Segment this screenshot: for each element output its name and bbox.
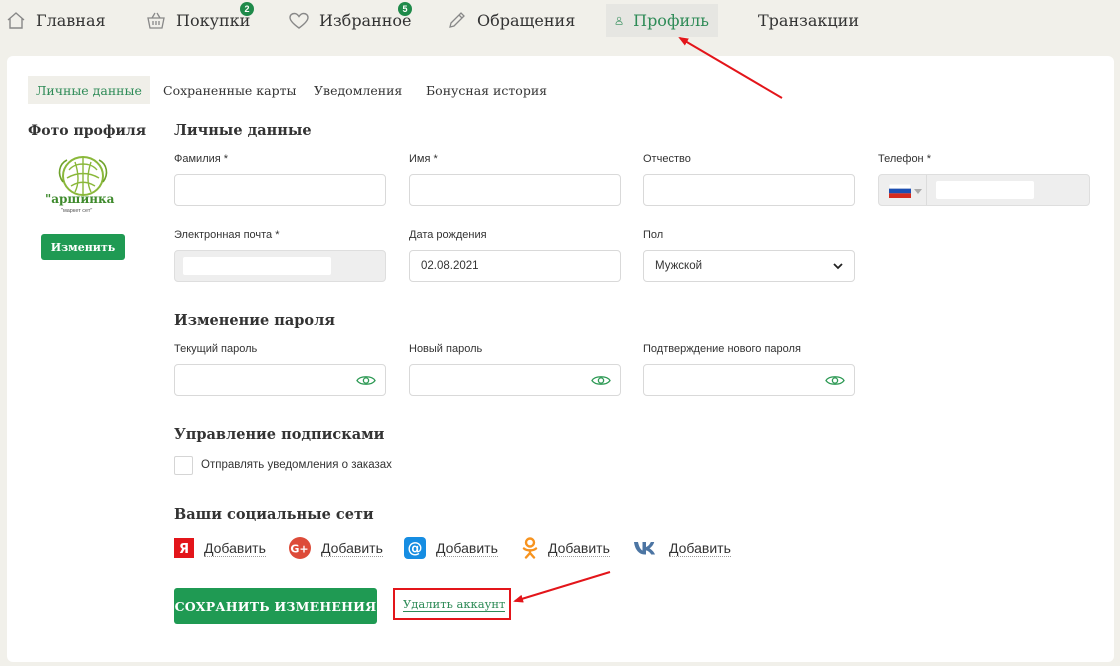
social-add-label: Добавить: [548, 539, 610, 557]
user-icon: [615, 16, 623, 25]
new-password-input[interactable]: [409, 364, 621, 396]
birth-date-label: Дата рождения: [409, 229, 487, 241]
last-name-input[interactable]: [174, 174, 386, 206]
redacted-email: [183, 257, 331, 275]
order-notifications-checkbox[interactable]: [174, 456, 193, 475]
nav-item-label: Избранное: [319, 11, 412, 30]
personal-data-title: Личные данные: [174, 122, 312, 139]
order-notifications-label: Отправлять уведомления о заказах: [201, 459, 392, 471]
birth-date-input[interactable]: 02.08.2021: [409, 250, 621, 282]
tab-personal-data[interactable]: Личные данные: [28, 76, 150, 104]
nav-item-purchases[interactable]: Покупки 2: [146, 2, 254, 37]
odnoklassniki-icon: [522, 537, 538, 559]
nav-item-profile[interactable]: Профиль: [606, 4, 718, 37]
profile-card: Личные данные Сохраненные карты Уведомле…: [7, 56, 1114, 662]
delete-account-highlight: Удалить аккаунт: [393, 588, 511, 620]
russia-flag-icon[interactable]: [889, 184, 911, 198]
social-add-label: Добавить: [669, 539, 731, 557]
tab-label: Уведомления: [314, 82, 403, 98]
patronymic-input[interactable]: [643, 174, 855, 206]
mailru-icon: @: [404, 537, 426, 559]
top-navigation: Главная Покупки 2 Избранное 5 Обращения …: [0, 0, 1120, 44]
google-plus-icon: G+: [289, 537, 311, 559]
eye-icon[interactable]: [825, 374, 845, 387]
svg-text:G+: G+: [290, 543, 308, 556]
gender-label: Пол: [643, 229, 664, 241]
social-add-label: Добавить: [436, 539, 498, 557]
confirm-password-label: Подтверждение нового пароля: [643, 343, 801, 355]
svg-text:Я: Я: [179, 542, 189, 557]
social-vk-link[interactable]: Добавить: [633, 537, 731, 559]
tab-label: Сохраненные карты: [163, 82, 297, 98]
new-password-label: Новый пароль: [409, 343, 483, 355]
nav-item-label: Главная: [36, 11, 106, 30]
heart-icon: [289, 12, 309, 29]
nav-item-label: Покупки: [176, 11, 251, 30]
email-label: Электронная почта *: [174, 229, 280, 241]
svg-text:@: @: [408, 539, 423, 557]
nav-item-label: Обращения: [477, 11, 576, 30]
favorites-count-badge: 5: [398, 2, 412, 16]
gender-value: Мужской: [655, 260, 703, 272]
phone-label: Телефон *: [878, 153, 931, 165]
nav-item-favorites[interactable]: Избранное 5: [289, 2, 412, 37]
pencil-icon: [449, 12, 465, 28]
nav-item-label: Транзакции: [758, 11, 859, 30]
redacted-phone: [936, 181, 1034, 199]
eye-icon[interactable]: [356, 374, 376, 387]
tab-notifications[interactable]: Уведомления: [314, 76, 402, 104]
nav-item-transactions[interactable]: Транзакции: [758, 4, 859, 37]
change-photo-button[interactable]: Изменить: [41, 234, 125, 260]
tab-saved-cards[interactable]: Сохраненные карты: [163, 76, 296, 104]
patronymic-label: Отчество: [643, 153, 691, 165]
social-networks-title: Ваши социальные сети: [174, 506, 374, 523]
first-name-input[interactable]: [409, 174, 621, 206]
last-name-label: Фамилия *: [174, 153, 229, 165]
nav-item-requests[interactable]: Обращения: [447, 4, 575, 37]
social-google-link[interactable]: G+ Добавить: [289, 537, 383, 559]
password-change-title: Изменение пароля: [174, 312, 336, 329]
current-password-label: Текущий пароль: [174, 343, 258, 355]
chevron-down-icon: [833, 263, 843, 270]
phone-input[interactable]: [878, 174, 1090, 206]
social-add-label: Добавить: [204, 539, 266, 557]
logo-subtext: "маркет сет": [61, 208, 93, 214]
subscriptions-title: Управление подписками: [174, 426, 385, 443]
vk-icon: [634, 542, 655, 555]
tab-label: Бонусная история: [426, 82, 548, 98]
first-name-label: Имя *: [409, 153, 438, 165]
social-mailru-link[interactable]: @ Добавить: [404, 537, 498, 559]
gender-select[interactable]: Мужской: [643, 250, 855, 282]
logo-text: "аршинка: [45, 192, 115, 206]
confirm-password-input[interactable]: [643, 364, 855, 396]
home-icon: [7, 12, 25, 29]
profile-photo-title: Фото профиля: [28, 123, 147, 139]
nav-item-home[interactable]: Главная: [6, 4, 106, 37]
current-password-input[interactable]: [174, 364, 386, 396]
email-input: [174, 250, 386, 282]
delete-account-link[interactable]: Удалить аккаунт: [403, 597, 506, 612]
basket-icon: [147, 12, 165, 29]
phone-separator: [926, 175, 927, 205]
social-odnoklassniki-link[interactable]: Добавить: [522, 537, 610, 559]
purchases-count-badge: 2: [240, 2, 254, 16]
tab-bonus-history[interactable]: Бонусная история: [426, 76, 547, 104]
social-add-label: Добавить: [321, 539, 383, 557]
nav-item-label: Профиль: [633, 11, 709, 30]
caret-down-icon[interactable]: [914, 189, 922, 194]
eye-icon[interactable]: [591, 374, 611, 387]
social-yandex-link[interactable]: Я Добавить: [174, 537, 266, 559]
save-changes-button[interactable]: СОХРАНИТЬ ИЗМЕНЕНИЯ: [174, 588, 377, 624]
profile-photo-logo: "аршинка "маркет сет": [45, 152, 117, 218]
tab-label: Личные данные: [36, 82, 142, 98]
yandex-icon: Я: [174, 538, 194, 558]
